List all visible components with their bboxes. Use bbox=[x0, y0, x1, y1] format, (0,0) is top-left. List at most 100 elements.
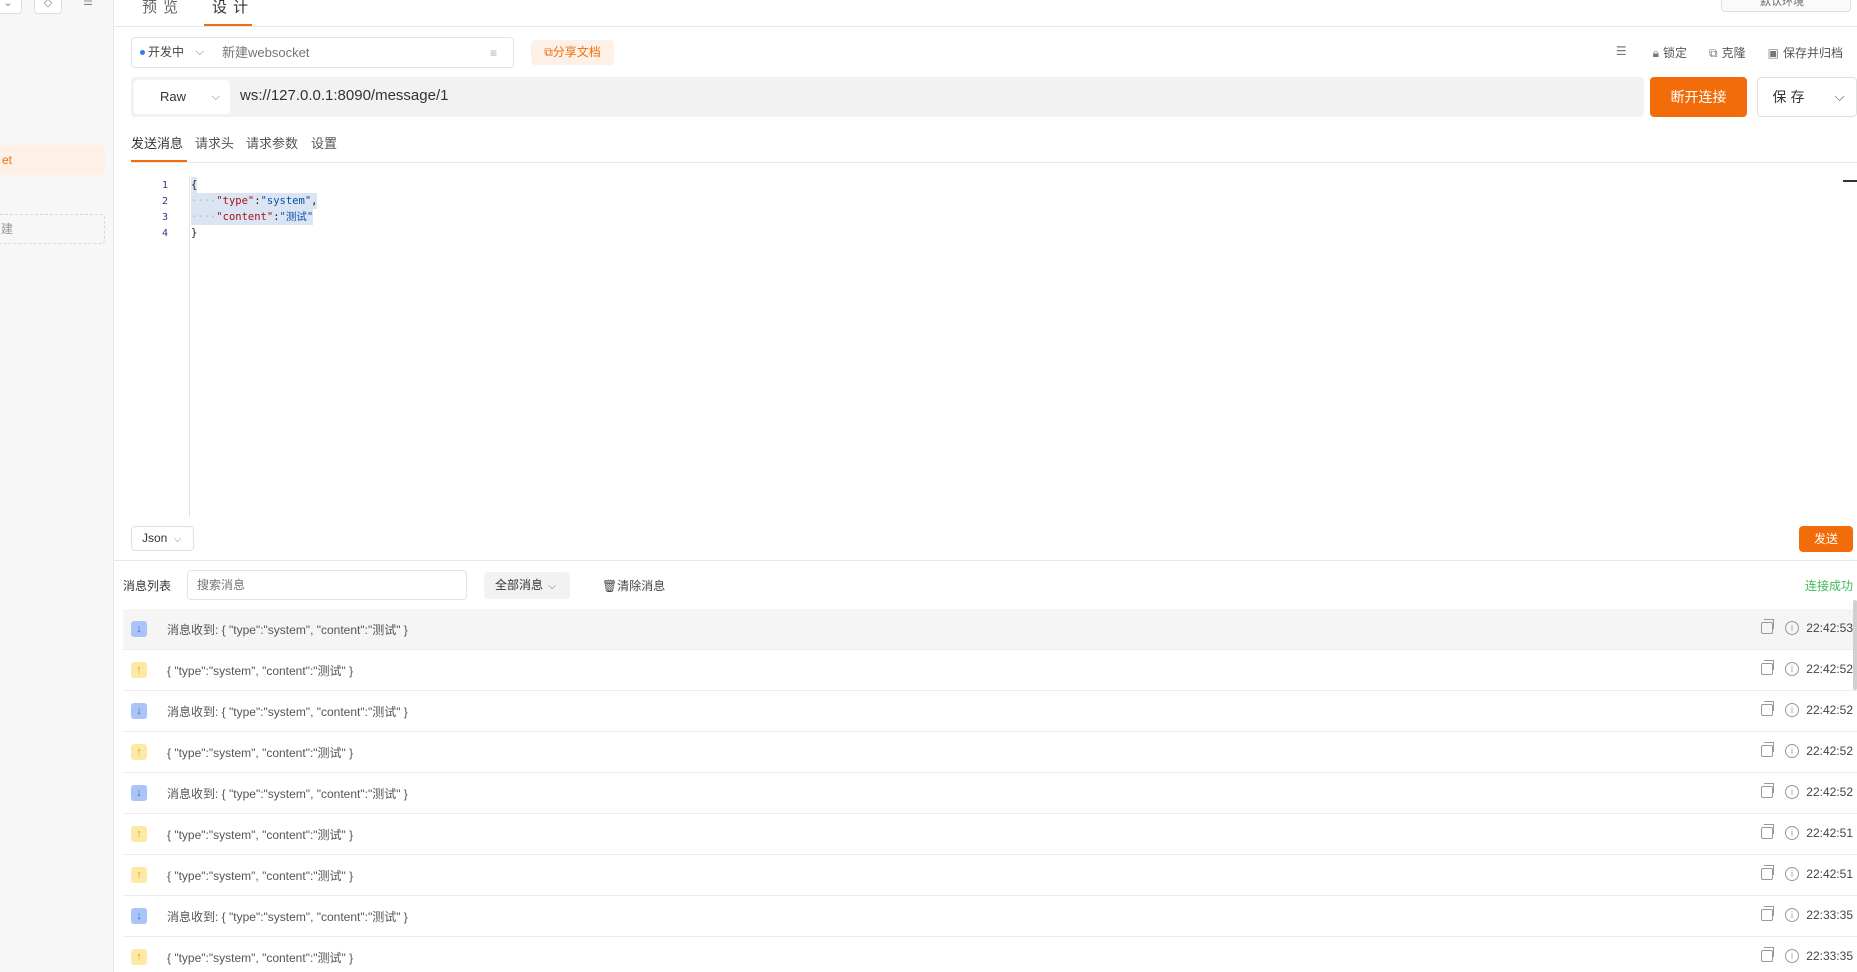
code-brace: { bbox=[191, 179, 198, 191]
api-name-input[interactable] bbox=[212, 37, 514, 68]
save-archive-label: 保存并归档 bbox=[1782, 46, 1843, 60]
message-list-title: 消息列表 bbox=[123, 579, 172, 593]
info-icon[interactable]: i bbox=[1785, 703, 1799, 717]
status-label: 开发中 bbox=[148, 45, 185, 59]
message-row[interactable]: ↓ 消息收到: { "type":"system", "content":"测试… bbox=[123, 691, 1857, 732]
message-row[interactable]: ↓ 消息收到: { "type":"system", "content":"测试… bbox=[123, 773, 1857, 814]
sidebar-new-item[interactable]: 建 bbox=[0, 214, 105, 244]
line-number: 4 bbox=[161, 228, 168, 239]
info-icon[interactable]: i bbox=[1785, 744, 1799, 758]
info-icon[interactable]: i bbox=[1785, 867, 1799, 881]
arrow-up-icon: ↑ bbox=[131, 867, 147, 883]
copy-icon[interactable] bbox=[1761, 824, 1774, 839]
message-time: 22:33:35 bbox=[1806, 908, 1853, 922]
message-list: ↓ 消息收到: { "type":"system", "content":"测试… bbox=[123, 609, 1857, 972]
sidebar-item-active[interactable]: et bbox=[0, 145, 105, 175]
message-text: { "type":"system", "content":"测试" } bbox=[167, 746, 354, 760]
sidebar-filter-button[interactable]: ◇ bbox=[34, 0, 62, 14]
message-filter-label: 全部消息 bbox=[495, 578, 544, 592]
code-value: "system" bbox=[260, 195, 312, 207]
info-icon[interactable]: i bbox=[1785, 662, 1799, 676]
code-key: "type" bbox=[216, 195, 255, 207]
clone-icon: ⧉ bbox=[1709, 46, 1718, 60]
message-time: 22:42:52 bbox=[1806, 744, 1853, 758]
info-icon[interactable]: i bbox=[1785, 949, 1799, 963]
environment-select[interactable]: 默认环境 bbox=[1721, 0, 1851, 12]
status-dot-icon bbox=[140, 50, 145, 56]
message-row[interactable]: ↓ 消息收到: { "type":"system", "content":"测试… bbox=[123, 896, 1857, 937]
active-tab-indicator bbox=[204, 24, 252, 26]
message-text: 消息收到: { "type":"system", "content":"测试" … bbox=[167, 910, 408, 924]
message-time: 22:42:51 bbox=[1806, 867, 1853, 881]
url-input[interactable]: ws://127.0.0.1:8090/message/1 bbox=[240, 87, 448, 104]
message-time: 22:42:53 bbox=[1806, 621, 1853, 635]
arrow-up-icon: ↑ bbox=[131, 662, 147, 678]
method-select[interactable]: Raw ⌵ bbox=[134, 80, 230, 114]
copy-icon[interactable] bbox=[1761, 906, 1774, 921]
share-doc-button[interactable]: ⧉分享文档 bbox=[531, 40, 614, 65]
outline-icon[interactable]: ☰ bbox=[1616, 44, 1631, 61]
save-button[interactable]: 保存 bbox=[1757, 77, 1824, 117]
info-icon[interactable]: i bbox=[1785, 785, 1799, 799]
edit-note-icon[interactable]: ≡ bbox=[490, 46, 497, 60]
sidebar-sort-icon[interactable]: ☰ bbox=[74, 0, 102, 14]
copy-icon[interactable] bbox=[1761, 701, 1774, 716]
trash-icon: 🗑︎ bbox=[602, 579, 618, 593]
tab-preview[interactable]: 预览 bbox=[142, 0, 184, 17]
message-text: { "type":"system", "content":"测试" } bbox=[167, 664, 354, 678]
message-time: 22:42:52 bbox=[1806, 662, 1853, 676]
line-number: 2 bbox=[161, 196, 168, 207]
tab-send-message[interactable]: 发送消息 bbox=[131, 133, 183, 152]
message-text: 消息收到: { "type":"system", "content":"测试" … bbox=[167, 787, 408, 801]
message-text: 消息收到: { "type":"system", "content":"测试" … bbox=[167, 705, 408, 719]
info-icon[interactable]: i bbox=[1785, 621, 1799, 635]
code-value: "测试" bbox=[279, 211, 314, 223]
message-row[interactable]: ↑ { "type":"system", "content":"测试" } i … bbox=[123, 732, 1857, 773]
message-list-scrollbar[interactable] bbox=[1853, 600, 1857, 690]
disconnect-button[interactable]: 断开连接 bbox=[1650, 77, 1747, 117]
code-line-1: { bbox=[191, 177, 198, 193]
tab-request-headers[interactable]: 请求头 bbox=[195, 133, 234, 152]
copy-icon[interactable] bbox=[1761, 783, 1774, 798]
info-icon[interactable]: i bbox=[1785, 908, 1799, 922]
status-select[interactable]: 开发中 ⌵ bbox=[131, 37, 213, 68]
copy-icon[interactable] bbox=[1761, 660, 1774, 675]
message-row[interactable]: ↑ { "type":"system", "content":"测试" } i … bbox=[123, 650, 1857, 691]
copy-icon[interactable] bbox=[1761, 947, 1774, 962]
message-text: { "type":"system", "content":"测试" } bbox=[167, 951, 354, 965]
message-row[interactable]: ↑ { "type":"system", "content":"测试" } i … bbox=[123, 937, 1857, 972]
code-line-4: } bbox=[191, 225, 197, 241]
message-editor[interactable]: 1 2 3 4 { ····"type":"system", ····"cont… bbox=[131, 175, 1857, 517]
message-row[interactable]: ↑ { "type":"system", "content":"测试" } i … bbox=[123, 814, 1857, 855]
editor-scroll-indicator bbox=[1843, 180, 1857, 182]
message-row[interactable]: ↑ { "type":"system", "content":"测试" } i … bbox=[123, 855, 1857, 896]
code-line-2: ····"type":"system", bbox=[191, 193, 318, 209]
save-more-button[interactable]: ⌵ bbox=[1823, 77, 1857, 117]
copy-icon[interactable] bbox=[1761, 742, 1774, 757]
copy-icon[interactable] bbox=[1761, 865, 1774, 880]
arrow-down-icon: ↓ bbox=[131, 621, 147, 637]
line-number: 1 bbox=[161, 180, 168, 191]
clone-button[interactable]: ⧉ 克隆 bbox=[1709, 44, 1746, 61]
save-archive-button[interactable]: ▣ 保存并归档 bbox=[1768, 44, 1843, 61]
message-filter-select[interactable]: 全部消息 ⌵ bbox=[484, 572, 570, 599]
format-select[interactable]: Json ⌵ bbox=[131, 526, 194, 551]
send-button[interactable]: 发送 bbox=[1799, 526, 1853, 552]
section-divider bbox=[114, 560, 1857, 561]
copy-icon[interactable] bbox=[1761, 619, 1774, 634]
message-search-input[interactable] bbox=[187, 570, 467, 600]
arrow-down-icon: ↓ bbox=[131, 785, 147, 801]
sidebar-more-button[interactable]: ⌄ bbox=[0, 0, 22, 14]
clear-messages-button[interactable]: 🗑︎清除消息 bbox=[602, 577, 665, 594]
message-row[interactable]: ↓ 消息收到: { "type":"system", "content":"测试… bbox=[123, 609, 1857, 650]
info-icon[interactable]: i bbox=[1785, 826, 1799, 840]
tab-request-params[interactable]: 请求参数 bbox=[246, 133, 298, 152]
tab-settings[interactable]: 设置 bbox=[311, 133, 337, 152]
request-sub-tabs: 发送消息 请求头 请求参数 设置 bbox=[131, 133, 1857, 163]
code-key: "content" bbox=[216, 211, 274, 223]
tab-design[interactable]: 设计 bbox=[212, 0, 254, 17]
share-doc-label: 分享文档 bbox=[552, 45, 601, 59]
lock-button[interactable]: 🔒︎ 锁定 bbox=[1653, 44, 1687, 61]
connection-status: 连接成功 bbox=[1804, 579, 1853, 593]
chevron-down-icon: ⌵ bbox=[1834, 89, 1845, 104]
